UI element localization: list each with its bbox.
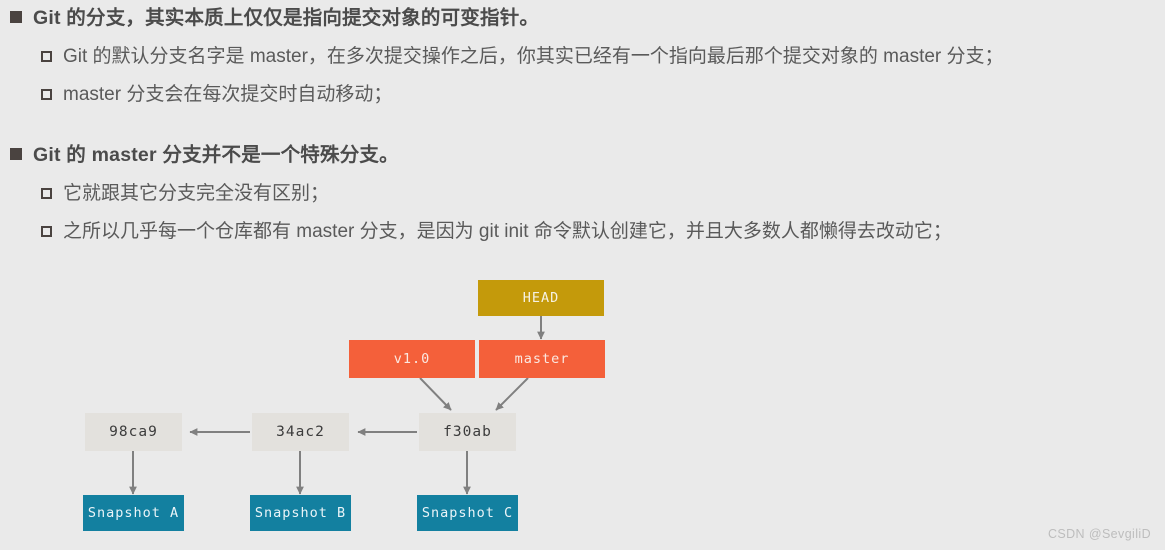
node-label: Snapshot C (421, 505, 514, 521)
bullet-level1: Git 的分支，其实本质上仅仅是指向提交对象的可变指针。 (0, 4, 1165, 32)
bullet-text: Git 的 master 分支并不是一个特殊分支。 (33, 144, 399, 166)
node-snapshot-b[interactable]: Snapshot B (250, 495, 351, 531)
node-label: HEAD (522, 290, 560, 306)
node-label: Snapshot B (254, 505, 347, 521)
node-label: 98ca9 (109, 424, 158, 440)
hollow-square-bullet-icon (41, 51, 52, 62)
node-commit-98ca9[interactable]: 98ca9 (85, 413, 182, 451)
node-snapshot-a[interactable]: Snapshot A (83, 495, 184, 531)
node-tag-v1-0[interactable]: v1.0 (349, 340, 475, 378)
node-commit-34ac2[interactable]: 34ac2 (252, 413, 349, 451)
slide-canvas: Git 的分支，其实本质上仅仅是指向提交对象的可变指针。 Git 的默认分支名字… (0, 0, 1165, 550)
bullet-text: master 分支会在每次提交时自动移动； (63, 84, 393, 105)
arrow-master-to-f30ab (495, 377, 529, 411)
git-branch-diagram: HEAD v1.0 master 98ca9 34ac2 f30ab Snaps… (0, 262, 1165, 550)
node-commit-f30ab[interactable]: f30ab (419, 413, 516, 451)
arrow-v10-to-f30ab (419, 377, 452, 411)
node-label: f30ab (443, 424, 492, 440)
node-label: 34ac2 (276, 424, 325, 440)
hollow-square-bullet-icon (41, 226, 52, 237)
bullet-text: 之所以几乎每一个仓库都有 master 分支，是因为 git init 命令默认… (63, 221, 952, 242)
bullet-text: 它就跟其它分支完全没有区别； (63, 183, 330, 204)
filled-square-bullet-icon (10, 148, 22, 160)
node-label: master (514, 351, 570, 367)
bullet-level1: Git 的 master 分支并不是一个特殊分支。 (0, 141, 1165, 169)
filled-square-bullet-icon (10, 11, 22, 23)
hollow-square-bullet-icon (41, 188, 52, 199)
bullet-level2: Git 的默认分支名字是 master，在多次提交操作之后，你其实已经有一个指向… (0, 43, 1165, 70)
bullet-text: Git 的分支，其实本质上仅仅是指向提交对象的可变指针。 (33, 7, 540, 29)
node-snapshot-c[interactable]: Snapshot C (417, 495, 518, 531)
node-head[interactable]: HEAD (478, 280, 604, 316)
node-label: Snapshot A (87, 505, 180, 521)
bullet-text: Git 的默认分支名字是 master，在多次提交操作之后，你其实已经有一个指向… (63, 46, 1004, 67)
bullet-list: Git 的分支，其实本质上仅仅是指向提交对象的可变指针。 Git 的默认分支名字… (0, 0, 1165, 256)
hollow-square-bullet-icon (41, 89, 52, 100)
node-branch-master[interactable]: master (479, 340, 605, 378)
bullet-level2: master 分支会在每次提交时自动移动； (0, 81, 1165, 108)
bullet-level2: 它就跟其它分支完全没有区别； (0, 180, 1165, 207)
node-label: v1.0 (393, 351, 431, 367)
csdn-watermark: CSDN @SevgiliD (1047, 527, 1151, 541)
bullet-level2: 之所以几乎每一个仓库都有 master 分支，是因为 git init 命令默认… (0, 218, 1165, 245)
